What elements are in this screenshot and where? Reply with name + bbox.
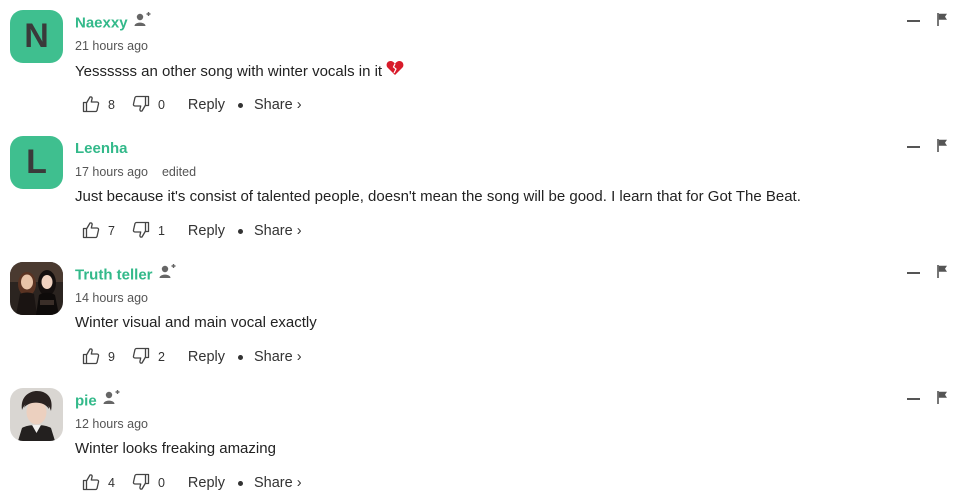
timestamp[interactable]: 17 hours ago	[75, 165, 148, 179]
comment-body: Winter looks freaking amazing	[75, 440, 276, 457]
separator-dot	[237, 480, 243, 486]
timestamp[interactable]: 21 hours ago	[75, 39, 148, 53]
collapse-icon[interactable]	[907, 272, 920, 274]
username-label[interactable]: Naexxy	[75, 14, 128, 31]
comment-text: Winter visual and main vocal exactly	[75, 314, 317, 331]
username[interactable]: pie	[75, 390, 120, 411]
dislike-count: 0	[157, 476, 165, 490]
flag-icon[interactable]	[937, 13, 948, 31]
thumbs-down-icon[interactable]	[132, 95, 150, 116]
reply-button[interactable]: Reply	[188, 97, 225, 113]
timestamp[interactable]: 14 hours ago	[75, 291, 148, 305]
like-count: 9	[108, 350, 115, 364]
follow-user-icon[interactable]	[134, 12, 151, 31]
avatar-photo-two-people	[10, 262, 63, 315]
avatar[interactable]: N	[10, 10, 63, 63]
share-button[interactable]: Share ›	[254, 223, 302, 239]
separator-dot	[237, 228, 243, 234]
comment-text: Just because it's consist of talented pe…	[75, 188, 801, 205]
comment-meta: 12 hours ago	[75, 417, 148, 431]
flag-icon[interactable]	[937, 265, 948, 283]
avatar-letter: L	[26, 143, 47, 181]
comment-actions: 9 2 Reply Share ›	[82, 347, 302, 367]
collapse-icon[interactable]	[907, 146, 920, 148]
collapse-icon[interactable]	[907, 398, 920, 400]
username-label[interactable]: Leenha	[75, 140, 128, 157]
avatar[interactable]	[10, 262, 63, 315]
separator-dot	[237, 102, 243, 108]
thumbs-down-icon[interactable]	[132, 347, 150, 368]
reply-button[interactable]: Reply	[188, 349, 225, 365]
share-button[interactable]: Share ›	[254, 475, 302, 491]
avatar[interactable]: L	[10, 136, 63, 189]
comment-actions: 8 0 Reply Share ›	[82, 95, 302, 115]
comment: Truth teller 14 hours ago Winter visual …	[0, 252, 960, 378]
comment-text: Yessssss an other song with winter vocal…	[75, 62, 383, 80]
thumbs-up-icon[interactable]	[82, 221, 100, 242]
username[interactable]: Leenha	[75, 140, 128, 157]
comment-body: Yessssss an other song with winter vocal…	[75, 60, 404, 82]
like-count: 7	[108, 224, 115, 238]
username[interactable]: Truth teller	[75, 264, 176, 285]
avatar-photo-person	[10, 388, 63, 441]
edited-label: edited	[161, 165, 197, 179]
follow-user-icon[interactable]	[159, 264, 176, 283]
comment-meta: 17 hours ago edited	[75, 165, 196, 179]
dislike-count: 0	[157, 98, 165, 112]
dislike-count: 2	[157, 350, 165, 364]
comment-actions: 4 0 Reply Share ›	[82, 473, 302, 493]
share-button[interactable]: Share ›	[254, 349, 302, 365]
avatar[interactable]	[10, 388, 63, 441]
share-button[interactable]: Share ›	[254, 97, 302, 113]
avatar-letter: N	[24, 17, 49, 55]
like-count: 4	[108, 476, 115, 490]
thumbs-down-icon[interactable]	[132, 221, 150, 242]
follow-user-icon[interactable]	[103, 390, 120, 409]
thumbs-up-icon[interactable]	[82, 95, 100, 116]
comment: L Leenha 17 hours ago edited Just because…	[0, 126, 960, 252]
comment-body: Winter visual and main vocal exactly	[75, 314, 317, 331]
reply-button[interactable]: Reply	[188, 475, 225, 491]
comment-body: Just because it's consist of talented pe…	[75, 188, 801, 205]
dislike-count: 1	[157, 224, 165, 238]
comment: N Naexxy 21 hours ago Yessssss an other …	[0, 0, 960, 126]
username-label[interactable]: Truth teller	[75, 266, 153, 283]
thumbs-down-icon[interactable]	[132, 473, 150, 494]
comment-text: Winter looks freaking amazing	[75, 440, 276, 457]
username-label[interactable]: pie	[75, 392, 97, 409]
flag-icon[interactable]	[937, 139, 948, 157]
timestamp[interactable]: 12 hours ago	[75, 417, 148, 431]
like-count: 8	[108, 98, 115, 112]
comment-actions: 7 1 Reply Share ›	[82, 221, 302, 241]
thumbs-up-icon[interactable]	[82, 473, 100, 494]
separator-dot	[237, 354, 243, 360]
comment-meta: 21 hours ago	[75, 39, 148, 53]
reply-button[interactable]: Reply	[188, 223, 225, 239]
broken-heart-icon	[386, 60, 404, 80]
comment: pie 12 hours ago Winter looks freaking a…	[0, 378, 960, 504]
thumbs-up-icon[interactable]	[82, 347, 100, 368]
collapse-icon[interactable]	[907, 20, 920, 22]
flag-icon[interactable]	[937, 391, 948, 409]
comment-meta: 14 hours ago	[75, 291, 148, 305]
username[interactable]: Naexxy	[75, 12, 151, 33]
